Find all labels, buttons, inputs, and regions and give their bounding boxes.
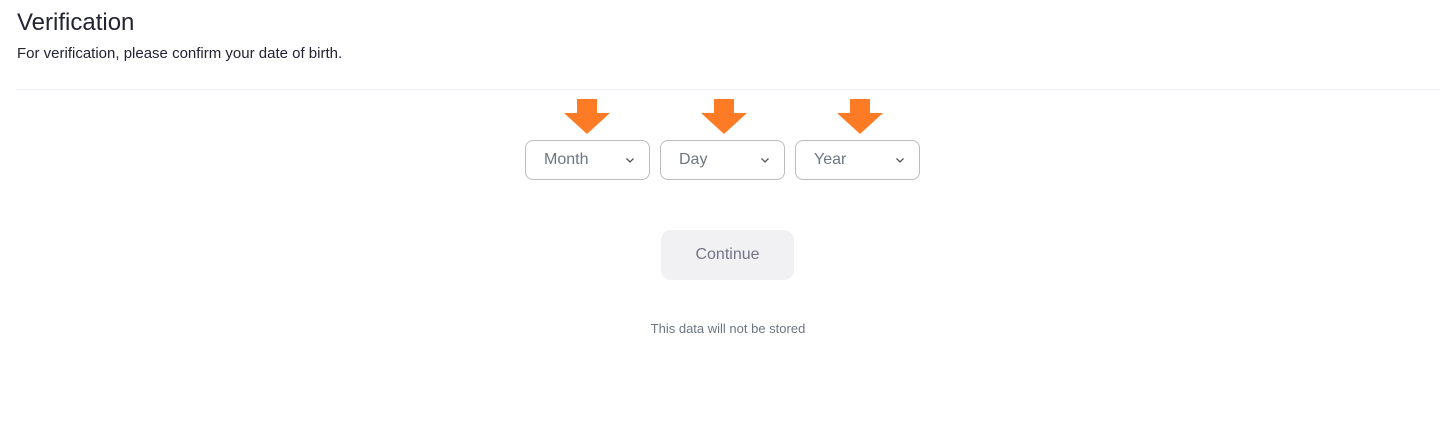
- chevron-down-icon: [626, 158, 634, 163]
- month-select-label: Month: [544, 151, 589, 168]
- chevron-down-icon: [761, 158, 769, 163]
- year-select-label: Year: [814, 151, 847, 168]
- arrow-down-icon: [701, 99, 747, 134]
- day-select[interactable]: Day: [660, 140, 785, 180]
- arrow-down-icon: [564, 99, 610, 134]
- privacy-note: This data will not be stored: [650, 321, 806, 336]
- verification-page: Verification For verification, please co…: [0, 0, 1441, 426]
- page-subtitle: For verification, please confirm your da…: [17, 45, 343, 62]
- month-select[interactable]: Month: [525, 140, 650, 180]
- continue-button[interactable]: Continue: [661, 230, 794, 280]
- chevron-down-icon: [896, 158, 904, 163]
- year-select[interactable]: Year: [795, 140, 920, 180]
- page-title: Verification: [17, 9, 135, 36]
- day-select-label: Day: [679, 151, 708, 168]
- arrow-down-icon: [837, 99, 883, 134]
- divider: [16, 89, 1440, 90]
